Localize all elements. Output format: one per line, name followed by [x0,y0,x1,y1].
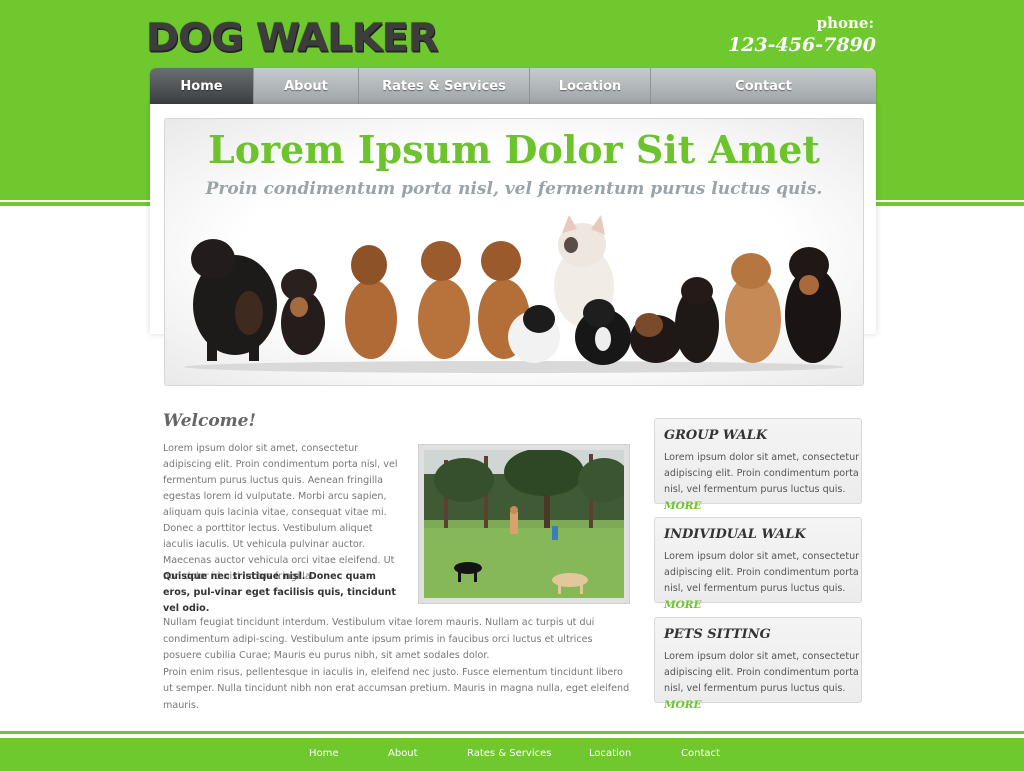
service-text: Lorem ipsum dolor sit amet, consectetur … [664,450,860,515]
park-photo [424,450,624,598]
dogs-lineup-image [184,215,844,373]
park-photo-frame [418,444,630,604]
main-nav: Home About Rates & Services Location Con… [150,68,876,104]
service-description: Lorem ipsum dolor sit amet, consectetur … [664,551,860,594]
footer-link-about[interactable]: About [388,748,418,759]
nav-rates-services[interactable]: Rates & Services [359,68,530,104]
paragraph-2-line-2: Proin enim risus, pellentesque in iaculi… [163,666,630,711]
service-box-pets-sitting: PETS SITTING Lorem ipsum dolor sit amet,… [654,617,862,711]
nav-contact[interactable]: Contact [651,68,876,104]
welcome-bold-text: Quisque nec tristique nisl. Donec quam e… [163,571,396,614]
hero-title: Lorem Ipsum Dolor Sit Amet [208,127,820,172]
welcome-heading: Welcome! [163,411,256,431]
service-description: Lorem ipsum dolor sit amet, consectetur … [664,452,860,495]
footer-link-home[interactable]: Home [309,748,339,759]
service-title: PETS SITTING [664,627,771,642]
hero-subtitle: Proin condimentum porta nisl, vel fermen… [205,179,823,199]
site-logo[interactable]: DOG WALKER [146,15,439,61]
more-link[interactable]: MORE [664,599,702,611]
phone-label: phone: [816,14,874,32]
welcome-intro-text: Lorem ipsum dolor sit amet, consectetur … [163,443,398,582]
footer-divider [0,731,1024,734]
service-text: Lorem ipsum dolor sit amet, consectetur … [664,549,860,614]
nav-location[interactable]: Location [530,68,651,104]
footer-bar: Home About Rates & Services Location Con… [0,738,1024,771]
nav-about[interactable]: About [254,68,359,104]
service-title: INDIVIDUAL WALK [664,527,806,542]
service-text: Lorem ipsum dolor sit amet, consectetur … [664,649,860,714]
more-link[interactable]: MORE [664,699,702,711]
paragraph-2-line-1: Nullam feugiat tincidunt interdum. Vesti… [163,617,595,661]
phone-number: 123-456-7890 [728,34,876,56]
service-box-individual-walk: INDIVIDUAL WALK Lorem ipsum dolor sit am… [654,517,862,611]
service-description: Lorem ipsum dolor sit amet, consectetur … [664,651,860,694]
nav-home[interactable]: Home [150,68,254,104]
hero-banner: Lorem Ipsum Dolor Sit Amet Proin condime… [164,118,864,386]
footer-link-location[interactable]: Location [589,748,631,759]
footer-link-rates-services[interactable]: Rates & Services [467,748,551,759]
service-title: GROUP WALK [664,428,768,443]
more-link[interactable]: MORE [664,500,702,512]
service-box-group-walk: GROUP WALK Lorem ipsum dolor sit amet, c… [654,418,862,512]
footer-link-contact[interactable]: Contact [681,748,720,759]
welcome-paragraph-2: Nullam feugiat tincidunt interdum. Vesti… [163,615,633,714]
